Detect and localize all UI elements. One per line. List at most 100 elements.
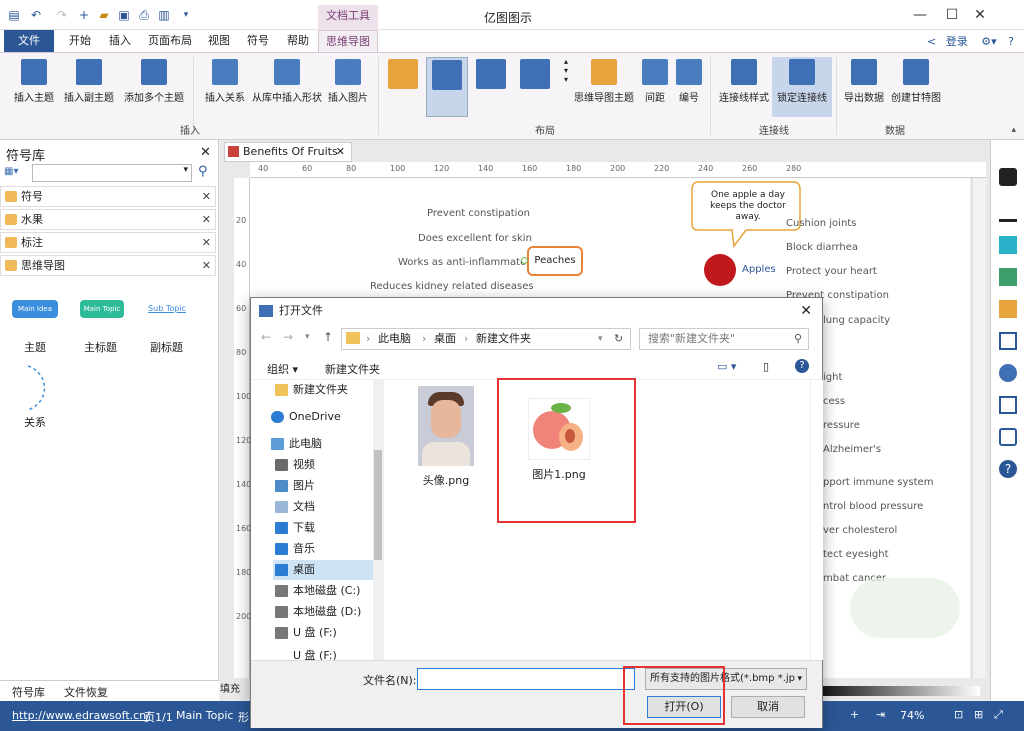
library-search-input[interactable]: ▾ [32, 164, 192, 182]
close-icon[interactable]: ✕ [202, 187, 211, 206]
undo-icon[interactable]: ↶ [28, 7, 44, 23]
preview-pane-icon[interactable]: ▯ [763, 360, 769, 373]
tab-page-layout[interactable]: 页面布局 [142, 30, 198, 52]
library-item-fruit[interactable]: 水果 ✕ [0, 209, 216, 230]
shape-sub-topic[interactable]: Sub Topic [144, 300, 190, 318]
help-icon[interactable]: ? [1008, 35, 1014, 48]
peach-item[interactable]: Works as anti-inflammatory [398, 257, 536, 268]
breadcrumb-desktop[interactable]: 桌面 [434, 329, 456, 349]
apple-item[interactable]: Alzheimer's [823, 444, 881, 455]
new-file-icon[interactable]: + [76, 7, 92, 23]
layout-style-3-button[interactable] [472, 57, 510, 117]
export-data-button[interactable]: 导出数据 [840, 57, 888, 117]
save-icon[interactable]: ▣ [116, 7, 132, 23]
close-library-icon[interactable]: ✕ [200, 145, 211, 160]
settings-icon[interactable]: ⚙▾ [981, 35, 996, 48]
peach-item[interactable]: Prevent constipation [427, 208, 530, 219]
export-icon[interactable]: ▥ [156, 7, 172, 23]
library-item-mindmap[interactable]: 思维导图 ✕ [0, 255, 216, 276]
tab-insert[interactable]: 插入 [102, 30, 138, 52]
spacing-button[interactable]: 间距 [636, 57, 674, 117]
insert-image-button[interactable]: 插入图片 [324, 57, 372, 117]
peach-item[interactable]: Reduces kidney related diseases [370, 281, 534, 292]
search-icon[interactable]: ⚲ [794, 329, 802, 349]
nav-drive-d[interactable]: 本地磁盘 (D:) [273, 602, 381, 622]
tab-file[interactable]: 文件 [4, 30, 54, 52]
breadcrumb-this-pc[interactable]: 此电脑 [378, 329, 411, 349]
library-item-callout[interactable]: 标注 ✕ [0, 232, 216, 253]
collapse-ribbon-icon[interactable]: ▴ [1011, 125, 1016, 135]
tab-home[interactable]: 开始 [62, 30, 98, 52]
close-icon[interactable]: ✕ [202, 256, 211, 275]
apple-item[interactable]: ver cholesterol [823, 525, 897, 536]
image-icon[interactable] [999, 268, 1017, 286]
forward-icon[interactable]: → [283, 330, 293, 344]
close-icon[interactable]: ✕ [202, 210, 211, 229]
apple-item[interactable]: ntrol blood pressure [823, 501, 923, 512]
globe-icon[interactable] [999, 364, 1017, 382]
numbering-button[interactable]: 编号 [674, 57, 704, 117]
maximize-icon[interactable]: ☐ [938, 4, 966, 26]
dialog-close-icon[interactable]: ✕ [800, 298, 812, 324]
view-options-icon[interactable]: ▭ ▾ [717, 360, 736, 373]
relation-shape-icon[interactable] [22, 364, 52, 412]
help-icon[interactable]: ? [999, 460, 1017, 478]
insert-shape-from-library-button[interactable]: 从库中插入形状 [250, 57, 324, 117]
layout-style-2-button[interactable] [426, 57, 468, 117]
apple-item[interactable]: ight [823, 372, 842, 383]
apple-item[interactable]: Cushion joints [786, 218, 856, 229]
tab-file-recovery[interactable]: 文件恢复 [64, 684, 108, 700]
minimize-icon[interactable]: — [906, 4, 934, 26]
breadcrumb-new-folder[interactable]: 新建文件夹 [476, 329, 531, 349]
new-folder-button[interactable]: 新建文件夹 [325, 361, 380, 377]
shadow-icon[interactable] [999, 236, 1017, 254]
mindmap-theme-button[interactable]: 思维导图主题 [574, 57, 634, 117]
nav-usb-f[interactable]: U 盘 (F:) [273, 623, 381, 643]
nav-usb-f-2[interactable]: U 盘 (F:) [273, 646, 381, 660]
login-link[interactable]: 登录 [946, 35, 968, 48]
insert-topic-button[interactable]: 插入主题 [10, 57, 58, 117]
nav-scrollbar[interactable] [373, 380, 383, 660]
tab-symbol-library[interactable]: 符号库 [12, 684, 45, 700]
back-icon[interactable]: ← [261, 330, 271, 344]
zoom-in-icon[interactable]: + [850, 708, 859, 721]
apple-item[interactable]: Protect your heart [786, 266, 877, 277]
close-icon[interactable]: ✕ [966, 4, 994, 26]
nav-pictures[interactable]: 图片 [273, 476, 381, 496]
search-icon[interactable]: ⚲ [198, 164, 208, 179]
refresh-icon[interactable]: ↻ [614, 329, 623, 349]
insert-relation-button[interactable]: 插入关系 [200, 57, 250, 117]
organize-button[interactable]: 组织 ▾ [267, 361, 298, 377]
tab-mind-map[interactable]: 思维导图 [318, 30, 378, 52]
layers-icon[interactable] [999, 300, 1017, 318]
filename-input[interactable] [417, 668, 635, 690]
cancel-button[interactable]: 取消 [731, 696, 805, 718]
nav-documents[interactable]: 文档 [273, 497, 381, 517]
close-tab-icon[interactable]: ✕ [336, 143, 345, 161]
apples-topic[interactable]: Apples [702, 250, 776, 292]
open-file-icon[interactable]: ▰ [96, 7, 112, 23]
website-link[interactable]: http://www.edrawsoft.cn/ [12, 709, 150, 722]
redo-icon[interactable]: ↷ [54, 7, 70, 23]
document-tab[interactable]: Benefits Of Fruits ✕ [224, 142, 352, 162]
page-icon[interactable] [999, 332, 1017, 350]
fullscreen-icon[interactable]: ⤢ [994, 708, 1003, 722]
close-icon[interactable]: ✕ [202, 233, 211, 252]
nav-music[interactable]: 音乐 [273, 539, 381, 559]
library-menu-icon[interactable]: ▦▾ [4, 166, 26, 182]
fit-icon[interactable]: ⇥ [876, 708, 885, 721]
dialog-search-input[interactable]: 搜索"新建文件夹" ⚲ [639, 328, 809, 350]
nav-this-pc[interactable]: 此电脑 [269, 434, 377, 454]
nav-desktop[interactable]: 桌面 [273, 560, 381, 580]
tab-symbol[interactable]: 符号 [240, 30, 276, 52]
nav-scrollbar-thumb[interactable] [374, 450, 382, 560]
vertical-scrollbar[interactable] [972, 178, 986, 678]
address-dropdown-icon[interactable]: ▾ [598, 329, 603, 349]
expand-handle-icon[interactable] [521, 257, 528, 264]
share-icon[interactable]: < [927, 35, 936, 48]
nav-downloads[interactable]: 下载 [273, 518, 381, 538]
nav-drive-c[interactable]: 本地磁盘 (C:) [273, 581, 381, 601]
add-multiple-topics-button[interactable]: 添加多个主题 [120, 57, 188, 117]
dialog-help-icon[interactable]: ? [795, 359, 809, 373]
fit-width-icon[interactable]: ⊞ [974, 708, 983, 721]
